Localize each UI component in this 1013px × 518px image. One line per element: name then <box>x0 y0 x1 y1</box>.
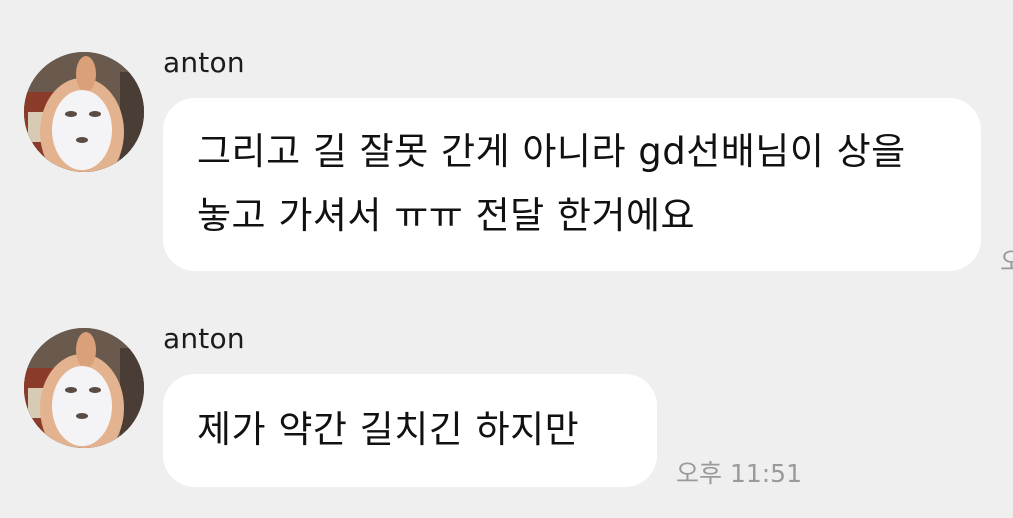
message-timestamp: 오 <box>1000 247 1013 276</box>
face-mask-avatar-icon <box>24 52 144 172</box>
face-mask-avatar-icon <box>24 328 144 448</box>
sender-avatar[interactable] <box>24 52 144 172</box>
sender-name: anton <box>163 46 245 79</box>
sender-name: anton <box>163 322 245 355</box>
sender-avatar[interactable] <box>24 328 144 448</box>
message-text: 제가 약간 길치긴 하지만 <box>197 408 580 451</box>
message-timestamp: 오후 11:51 <box>676 459 802 488</box>
message-bubble[interactable]: 제가 약간 길치긴 하지만 <box>163 374 657 487</box>
message-bubble[interactable]: 그리고 길 잘못 간게 아니라 gd선배님이 상을 놓고 가셔서 ㅠㅠ 전달 한… <box>163 98 981 271</box>
message-text: 그리고 길 잘못 간게 아니라 gd선배님이 상을 놓고 가셔서 ㅠㅠ 전달 한… <box>197 130 906 237</box>
